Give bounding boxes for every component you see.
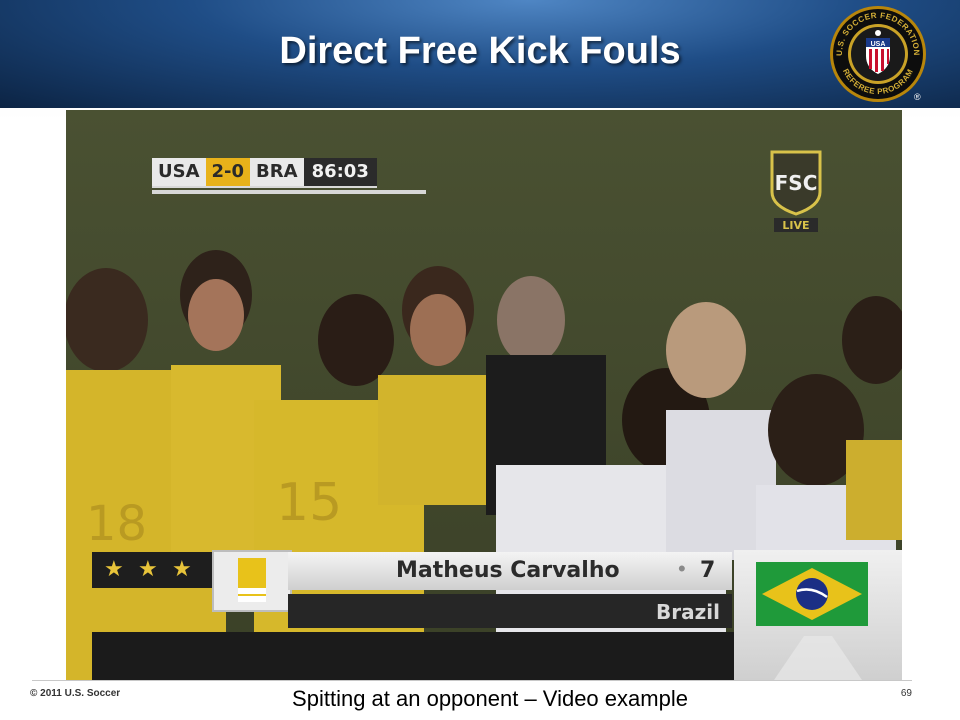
scoreboard-home-team: USA — [152, 158, 206, 186]
jersey-badge — [212, 550, 292, 612]
page-number: 69 — [900, 688, 912, 699]
player-number: 7 — [700, 558, 716, 583]
player-country: Brazil — [656, 600, 720, 624]
shirt-number-18: 18 — [86, 496, 147, 552]
player-name: Matheus Carvalho — [396, 558, 620, 583]
fsc-live-text: LIVE — [782, 219, 809, 232]
country-bar: Brazil — [288, 594, 732, 628]
jersey-icon — [238, 558, 266, 602]
star-icon: ★ — [138, 556, 158, 581]
scoreboard-away-team: BRA — [250, 158, 304, 186]
us-soccer-referee-logo-icon: U.S. SOCCER FEDERATION REFEREE PROGRAM U… — [830, 6, 926, 102]
star-icon: ★ — [172, 556, 192, 581]
video-player[interactable]: 18 15 USA 2-0 BRA 86:03 FSC LIVE ★ ★ ★ M… — [66, 110, 902, 680]
footer-divider — [32, 680, 912, 681]
scoreboard: USA 2-0 BRA 86:03 — [152, 158, 377, 186]
name-separator: • — [678, 556, 686, 581]
scoreboard-score: 2-0 — [205, 158, 251, 186]
logo-center-text: USA — [871, 41, 886, 48]
brazil-flag-icon — [756, 562, 868, 680]
fsc-live-logo-icon: FSC LIVE — [770, 150, 822, 232]
flag-panel — [734, 550, 902, 680]
scoreboard-underline — [152, 190, 426, 194]
registered-mark: ® — [914, 92, 921, 102]
star-icon: ★ — [104, 556, 124, 581]
slide-caption: Spitting at an opponent – Video example — [292, 686, 688, 711]
scoreboard-clock: 86:03 — [303, 158, 377, 186]
shirt-number-15: 15 — [276, 473, 342, 533]
player-name-bar: Matheus Carvalho • 7 — [288, 552, 732, 590]
slide: Direct Free Kick Fouls U.S. SOCCER FEDER… — [0, 0, 960, 720]
player-lower-third: ★ ★ ★ Matheus Carvalho • 7 Brazil — [92, 550, 902, 680]
slide-title: Direct Free Kick Fouls — [279, 30, 681, 72]
fsc-logo-text: FSC — [775, 171, 818, 195]
copyright-text: © 2011 U.S. Soccer — [30, 688, 121, 699]
lower-third-strip — [92, 632, 734, 680]
stars-bar: ★ ★ ★ — [92, 552, 212, 588]
